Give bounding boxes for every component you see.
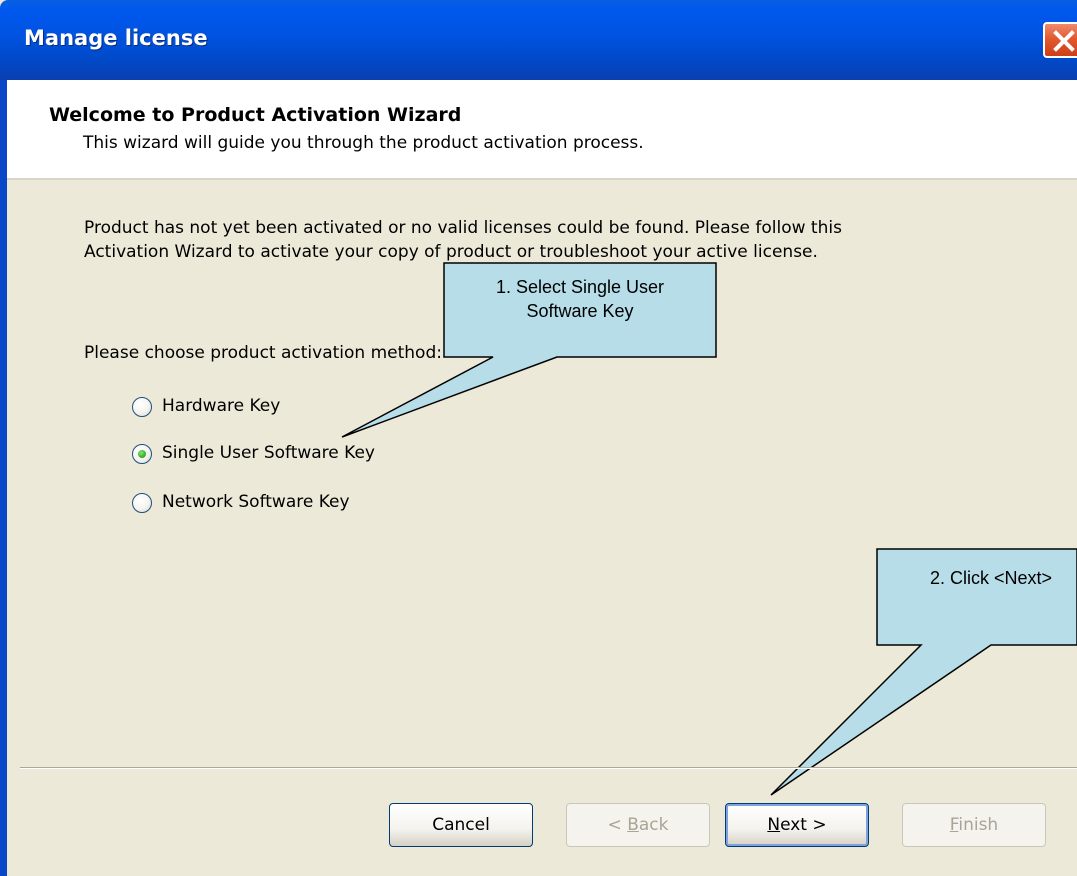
callout-step-2: 2. Click <Next>: [930, 568, 1053, 588]
cancel-button[interactable]: Cancel: [389, 803, 533, 847]
next-button[interactable]: Next >: [725, 803, 869, 847]
next-button-label: Next >: [767, 815, 827, 835]
finish-button-label: Finish: [949, 815, 999, 835]
callout-step-1-line-2: Software Key: [526, 301, 634, 321]
back-mnemonic: B: [627, 815, 639, 835]
next-mnemonic: N: [767, 815, 781, 835]
back-button-label: < Back: [607, 815, 669, 835]
cancel-button-label: Cancel: [432, 815, 490, 835]
finish-button[interactable]: Finish: [902, 803, 1046, 847]
finish-mnemonic: F: [949, 815, 959, 835]
callout-step-1: 1. Select Single User Software Key: [444, 275, 716, 323]
back-button[interactable]: < Back: [566, 803, 710, 847]
callout-step-1-line-1: 1. Select Single User: [495, 277, 665, 297]
footer-separator: [20, 767, 1077, 769]
callout-overlay: [341, 262, 1077, 796]
manage-license-dialog: Manage license Welcome to Product Activa…: [0, 0, 1077, 876]
callout-step-2-clip: 2. Click <Next>: [877, 549, 1077, 645]
